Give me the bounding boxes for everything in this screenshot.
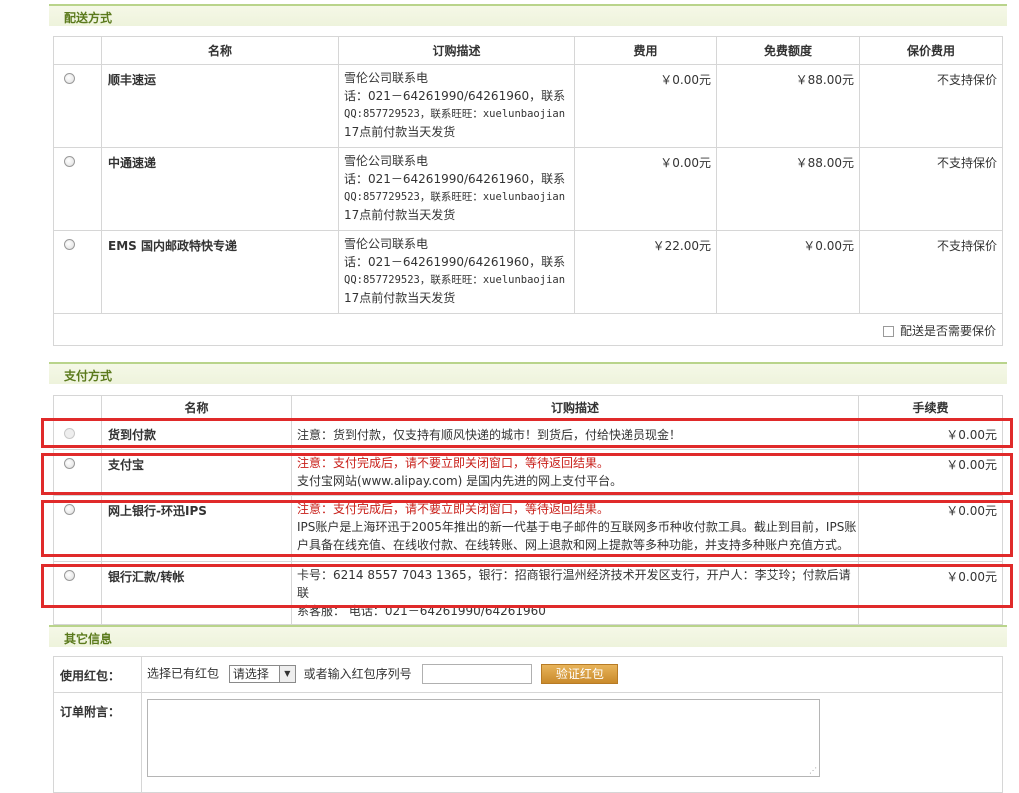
shipping-fee: ￥0.00元 — [574, 64, 717, 148]
payment-table: 名称 订购描述 手续费 货到付款 注意：货到付款，仅支持有顺风快递的城市！到货后… — [53, 395, 1003, 625]
payment-fee: ￥0.00元 — [858, 419, 1003, 450]
shipping-fee: ￥22.00元 — [574, 230, 717, 314]
bonus-or-label: 或者输入红包序列号 — [303, 666, 412, 681]
payment-row-ips[interactable]: 网上银行-环迅IPS 注意：支付完成后，请不要立即关闭窗口，等待返回结果。 IP… — [53, 495, 1003, 562]
insure-checkbox[interactable] — [882, 326, 894, 337]
col-name: 名称 — [101, 36, 339, 65]
shipping-section-header: 配送方式 — [49, 4, 1007, 26]
col-free: 免费额度 — [716, 36, 860, 65]
shipping-radio-sf[interactable] — [64, 73, 75, 84]
payment-name: 货到付款 — [101, 419, 292, 450]
payment-radio-bank[interactable] — [64, 570, 75, 581]
shipping-fee: ￥0.00元 — [574, 147, 717, 231]
payment-fee: ￥0.00元 — [858, 561, 1003, 625]
shipping-free: ￥0.00元 — [716, 230, 860, 314]
shipping-row-ems[interactable]: EMS 国内邮政特快专递 雪伦公司联系电 话：021－64261990/6426… — [53, 230, 1003, 314]
bonus-serial-input[interactable] — [421, 664, 532, 684]
shipping-insure: 不支持保价 — [859, 230, 1003, 314]
shipping-row-zto[interactable]: 中通速递 雪伦公司联系电 话：021－64261990/64261960，联系 … — [53, 147, 1003, 231]
resize-grip-icon: ⋰ — [809, 766, 817, 775]
payment-radio-cod[interactable] — [64, 428, 75, 439]
shipping-name: EMS 国内邮政特快专递 — [101, 230, 339, 314]
payment-name: 银行汇款/转帐 — [101, 561, 292, 625]
shipping-row-sf[interactable]: 顺丰速运 雪伦公司联系电 话：021－64261990/64261960，联系 … — [53, 64, 1003, 148]
col-handling-fee: 手续费 — [858, 395, 1003, 420]
payment-radio-alipay[interactable] — [64, 458, 75, 469]
shipping-desc: 雪伦公司联系电 话：021－64261990/64261960，联系 QQ:85… — [338, 230, 575, 314]
col-desc: 订购描述 — [338, 36, 575, 65]
other-section-header: 其它信息 — [49, 625, 1007, 647]
bonus-label: 使用红包： — [53, 656, 142, 693]
col-fee: 费用 — [574, 36, 717, 65]
shipping-free: ￥88.00元 — [716, 64, 860, 148]
payment-desc: 注意：支付完成后，请不要立即关闭窗口，等待返回结果。 IPS账户是上海环迅于20… — [291, 495, 859, 562]
payment-row-alipay[interactable]: 支付宝 注意：支付完成后，请不要立即关闭窗口，等待返回结果。 支付宝网站(www… — [53, 449, 1003, 496]
chevron-down-icon: ▼ — [278, 666, 295, 682]
payment-warning: 注意：支付完成后，请不要立即关闭窗口，等待返回结果。 — [297, 502, 610, 516]
payment-name: 支付宝 — [101, 449, 292, 496]
payment-fee: ￥0.00元 — [858, 495, 1003, 562]
payment-desc: 注意：货到付款，仅支持有顺风快递的城市！到货后，付给快递员现金！ — [291, 419, 859, 450]
shipping-free: ￥88.00元 — [716, 147, 860, 231]
payment-desc: 卡号：6214 8557 7043 1365，银行：招商银行温州经济技术开发区支… — [291, 561, 859, 625]
payment-section-title: 支付方式 — [64, 369, 113, 383]
col-name: 名称 — [101, 395, 292, 420]
bonus-row: 使用红包： 选择已有红包 请选择 ▼ 或者输入红包序列号 验证红包 — [53, 656, 1003, 693]
payment-warning: 注意：支付完成后，请不要立即关闭窗口，等待返回结果。 — [297, 456, 610, 470]
shipping-insure: 不支持保价 — [859, 147, 1003, 231]
col-desc: 订购描述 — [291, 395, 859, 420]
verify-bonus-button[interactable]: 验证红包 — [541, 664, 619, 684]
shipping-name: 中通速递 — [101, 147, 339, 231]
shipping-table: 名称 订购描述 费用 免费额度 保价费用 顺丰速运 雪伦公司联系电 话：021－… — [53, 36, 1003, 346]
col-insure: 保价费用 — [859, 36, 1003, 65]
shipping-desc: 雪伦公司联系电 话：021－64261990/64261960，联系 QQ:85… — [338, 64, 575, 148]
shipping-radio-zto[interactable] — [64, 156, 75, 167]
shipping-insure-row: 配送是否需要保价 — [53, 313, 1003, 346]
note-label: 订单附言： — [53, 692, 142, 793]
other-section-title: 其它信息 — [64, 632, 113, 646]
payment-section-header: 支付方式 — [49, 362, 1007, 384]
shipping-insure: 不支持保价 — [859, 64, 1003, 148]
shipping-header-row: 名称 订购描述 费用 免费额度 保价费用 — [53, 36, 1003, 65]
shipping-radio-ems[interactable] — [64, 239, 75, 250]
order-note-textarea[interactable]: ⋰ — [147, 699, 820, 777]
shipping-desc: 雪伦公司联系电 话：021－64261990/64261960，联系 QQ:85… — [338, 147, 575, 231]
payment-name: 网上银行-环迅IPS — [101, 495, 292, 562]
insure-label: 配送是否需要保价 — [899, 324, 996, 338]
payment-header-row: 名称 订购描述 手续费 — [53, 395, 1003, 420]
payment-row-cod[interactable]: 货到付款 注意：货到付款，仅支持有顺风快递的城市！到货后，付给快递员现金！ ￥0… — [53, 419, 1003, 450]
payment-fee: ￥0.00元 — [858, 449, 1003, 496]
payment-radio-ips[interactable] — [64, 504, 75, 515]
shipping-name: 顺丰速运 — [101, 64, 339, 148]
payment-row-bank[interactable]: 银行汇款/转帐 卡号：6214 8557 7043 1365，银行：招商银行温州… — [53, 561, 1003, 625]
payment-desc: 注意：支付完成后，请不要立即关闭窗口，等待返回结果。 支付宝网站(www.ali… — [291, 449, 859, 496]
bonus-select[interactable]: 请选择 ▼ — [228, 665, 296, 683]
shipping-section-title: 配送方式 — [64, 11, 113, 25]
bonus-select-prefix: 选择已有红包 — [147, 666, 220, 681]
